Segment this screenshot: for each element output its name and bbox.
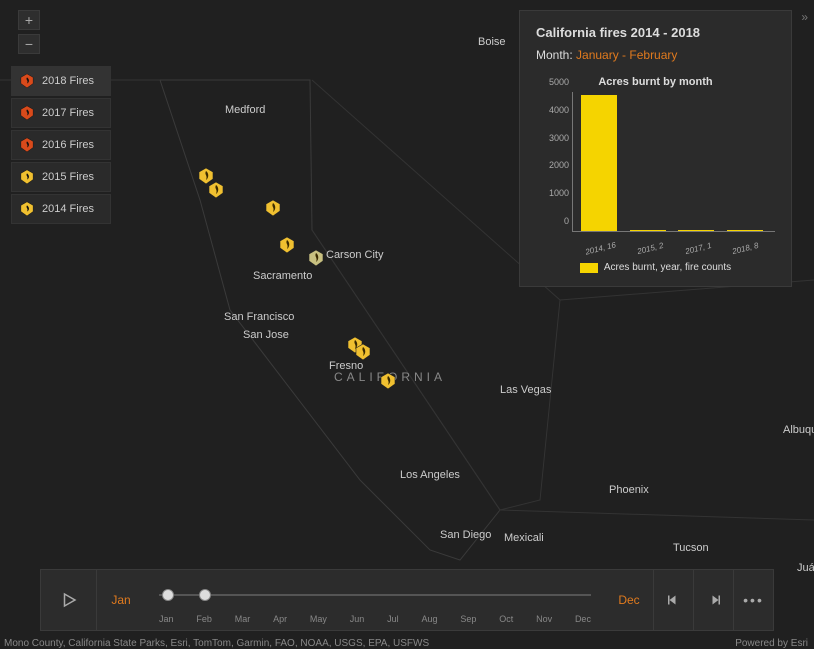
legend-item[interactable]: 2017 Fires	[11, 98, 111, 128]
layer-legend: 2018 Fires 2017 Fires 2016 Fires 2015 Fi…	[11, 66, 111, 224]
time-tick-label: Dec	[575, 614, 591, 624]
place-label: Carson City	[326, 249, 383, 261]
time-tick-label: Mar	[235, 614, 251, 624]
place-label: Phoenix	[609, 484, 649, 496]
place-label: Juáre	[797, 562, 814, 574]
chart-legend-label: Acres burnt, year, fire counts	[604, 262, 731, 273]
place-label: Boise	[478, 36, 506, 48]
fire-icon	[20, 74, 34, 89]
place-label: Medford	[225, 104, 265, 116]
legend-item[interactable]: 2018 Fires	[11, 66, 111, 96]
chart-bar	[678, 230, 714, 231]
time-slider-bar: Jan Jan Feb Mar Apr May Jun Jul Aug Sep Oct Nov Dec…	[40, 569, 774, 631]
time-tick-label: Apr	[273, 614, 287, 624]
place-label: Albuquerq	[783, 424, 814, 436]
chart-y-tick: 0	[564, 216, 569, 226]
fire-marker[interactable]	[355, 343, 371, 361]
chart-legend-swatch	[580, 263, 598, 273]
place-label: Tucson	[673, 542, 709, 554]
attribution-text: Mono County, California State Parks, Esr…	[4, 638, 429, 649]
time-tick-label: Jan	[159, 614, 174, 624]
place-label: San Francisco	[224, 311, 294, 323]
time-tick-label: Feb	[196, 614, 212, 624]
fire-icon	[20, 170, 34, 185]
panel-month-row: Month: January - February	[536, 48, 775, 62]
legend-item-label: 2015 Fires	[42, 171, 94, 183]
time-tick-label: Nov	[536, 614, 552, 624]
place-label: San Jose	[243, 329, 289, 341]
zoom-in-button[interactable]: +	[18, 10, 40, 30]
panel-month-label: Month:	[536, 48, 573, 62]
fire-marker[interactable]	[208, 181, 224, 199]
slider-handle-start[interactable]	[162, 589, 174, 601]
chart-plot-area: 010002000300040005000 2014, 162015, 2201…	[572, 92, 775, 232]
place-label: San Diego	[440, 529, 491, 541]
chart-y-tick: 3000	[549, 133, 569, 143]
fire-marker[interactable]	[380, 372, 396, 390]
legend-item-label: 2016 Fires	[42, 139, 94, 151]
slider-track	[159, 594, 591, 596]
time-tick-label: Jun	[350, 614, 365, 624]
legend-item-label: 2014 Fires	[42, 203, 94, 215]
info-panel: California fires 2014 - 2018 Month: Janu…	[519, 10, 792, 287]
chart-x-tick: 2014, 16	[585, 240, 617, 256]
legend-item[interactable]: 2015 Fires	[11, 162, 111, 192]
step-forward-button[interactable]	[693, 570, 733, 630]
time-tick-label: Jul	[387, 614, 399, 624]
zoom-out-button[interactable]: −	[18, 34, 40, 54]
chart: Acres burnt by month 0100020003000400050…	[536, 76, 775, 273]
time-slider[interactable]: Jan Feb Mar Apr May Jun Jul Aug Sep Oct Nov Dec	[145, 570, 605, 630]
more-options-button[interactable]: •••	[733, 570, 773, 630]
step-back-button[interactable]	[653, 570, 693, 630]
powered-by-text: Powered by Esri	[735, 638, 808, 649]
time-range-start: Jan	[97, 593, 145, 607]
legend-item[interactable]: 2014 Fires	[11, 194, 111, 224]
chart-y-tick: 5000	[549, 77, 569, 87]
chart-x-tick: 2015, 2	[636, 241, 664, 256]
time-tick-label: Sep	[460, 614, 476, 624]
fire-icon	[20, 202, 34, 217]
zoom-controls: + −	[18, 10, 40, 54]
slider-handle-end[interactable]	[199, 589, 211, 601]
panel-title: California fires 2014 - 2018	[536, 25, 775, 40]
place-label: Sacramento	[253, 270, 312, 282]
chart-x-tick: 2018, 8	[731, 241, 759, 256]
time-range-end: Dec	[605, 593, 653, 607]
time-tick-label: Oct	[499, 614, 513, 624]
legend-item-label: 2018 Fires	[42, 75, 94, 87]
chart-y-tick: 2000	[549, 160, 569, 170]
chart-title: Acres burnt by month	[536, 76, 775, 88]
play-button[interactable]	[41, 570, 97, 630]
fire-icon	[20, 106, 34, 121]
place-label: Los Angeles	[400, 469, 460, 481]
fire-icon	[20, 138, 34, 153]
chart-y-tick: 4000	[549, 105, 569, 115]
fire-marker[interactable]	[279, 236, 295, 254]
chart-bar	[581, 95, 617, 231]
place-label: Mexicali	[504, 532, 544, 544]
place-label: Las Vegas	[500, 384, 551, 396]
legend-item[interactable]: 2016 Fires	[11, 130, 111, 160]
chart-legend: Acres burnt, year, fire counts	[536, 262, 775, 273]
chart-bar	[630, 230, 666, 231]
legend-item-label: 2017 Fires	[42, 107, 94, 119]
expand-panel-icon[interactable]: »	[801, 10, 808, 24]
fire-marker[interactable]	[265, 199, 281, 217]
chart-bar	[727, 230, 763, 231]
panel-month-value: January - February	[576, 48, 677, 62]
chart-x-tick: 2017, 1	[684, 241, 712, 256]
chart-y-tick: 1000	[549, 188, 569, 198]
fire-marker[interactable]	[308, 249, 324, 267]
time-tick-label: Aug	[422, 614, 438, 624]
time-tick-label: May	[310, 614, 327, 624]
